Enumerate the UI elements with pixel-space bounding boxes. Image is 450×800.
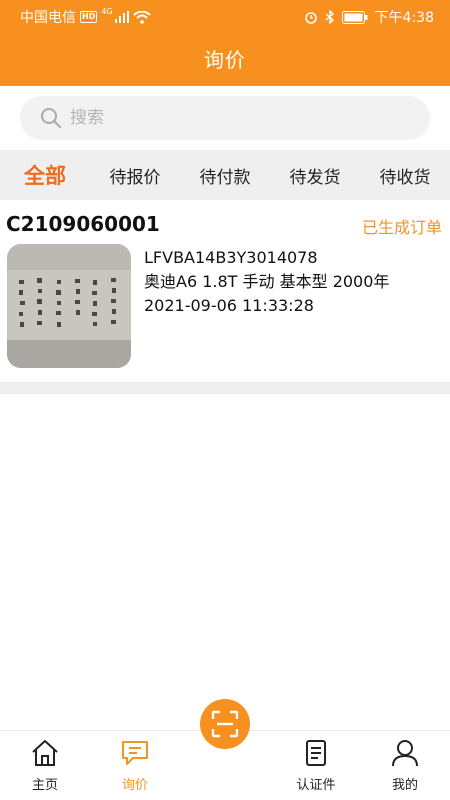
bluetooth-icon (325, 10, 334, 24)
search-bar[interactable] (20, 96, 430, 140)
tab-pending-shipment[interactable]: 待发货 (270, 163, 360, 188)
status-time: 下午4:38 (374, 10, 434, 26)
vin-text: LFVBA14B3Y3014078 (144, 248, 318, 267)
carrier-name: 中国电信 (20, 10, 76, 26)
tab-pending-quote[interactable]: 待报价 (90, 163, 180, 188)
home-icon (32, 740, 58, 766)
hd-badge: HD (80, 11, 98, 23)
nav-inquiry-label: 询价 (121, 778, 148, 793)
alarm-icon (304, 12, 317, 24)
calligraphy-image (7, 244, 131, 368)
nav-certificates[interactable]: 认证件 (276, 739, 356, 793)
signal-icon (114, 11, 129, 23)
filter-tabs: 全部 待报价 待付款 待发货 待收货 (0, 150, 450, 200)
order-number: C2109060001 (6, 212, 160, 236)
order-datetime: 2021-09-06 11:33:28 (144, 296, 314, 315)
search-icon (41, 108, 62, 129)
vehicle-text: 奥迪A6 1.8T 手动 基本型 2000年 (144, 272, 390, 291)
page-title: 询价 (204, 48, 246, 72)
scan-icon (211, 710, 239, 738)
search-section (0, 86, 450, 150)
section-divider (0, 382, 450, 394)
nav-inquiry[interactable]: 询价 (95, 739, 175, 793)
battery-icon (341, 10, 368, 24)
wifi-icon (132, 10, 151, 24)
order-card[interactable]: C2109060001 已生成订单 LFVBA14B3Y3014078 奥迪A6… (0, 200, 450, 382)
network-type: 4G (101, 7, 113, 16)
nav-profile[interactable]: 我的 (365, 739, 445, 793)
tab-pending-receipt[interactable]: 待收货 (360, 163, 450, 188)
nav-certificates-label: 认证件 (296, 778, 336, 793)
tab-all[interactable]: 全部 (0, 160, 90, 190)
order-info: LFVBA14B3Y3014078 奥迪A6 1.8T 手动 基本型 2000年… (144, 246, 389, 318)
document-icon (306, 740, 326, 766)
status-bar: 中国电信 HD 4G 下午4:38 (0, 0, 450, 32)
nav-profile-label: 我的 (391, 778, 418, 793)
message-icon (122, 741, 148, 765)
nav-home-label: 主页 (31, 778, 58, 793)
scan-button[interactable] (200, 699, 250, 749)
nav-home[interactable]: 主页 (5, 739, 85, 793)
user-icon (392, 740, 418, 767)
order-thumbnail (7, 244, 131, 368)
tab-pending-payment[interactable]: 待付款 (180, 163, 270, 188)
order-status: 已生成订单 (361, 218, 442, 237)
app-header: 中国电信 HD 4G 下午4:38 询价 (0, 0, 450, 86)
search-input[interactable] (70, 108, 370, 128)
